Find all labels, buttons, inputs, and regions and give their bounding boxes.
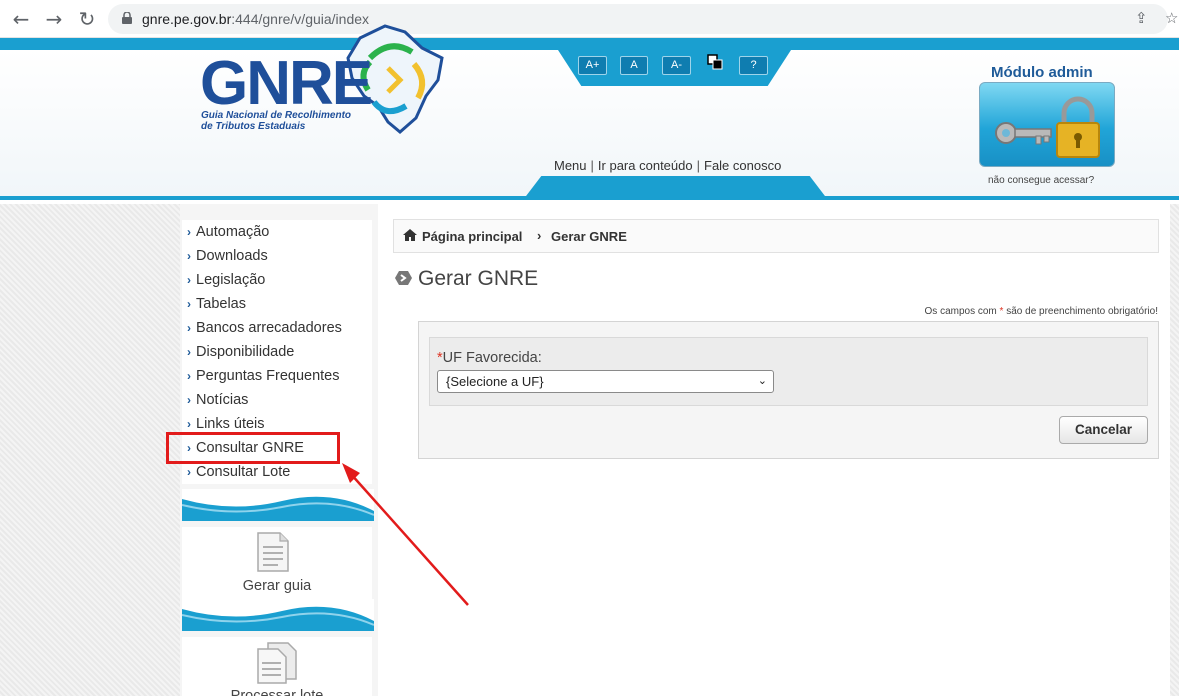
- font-decrease-button[interactable]: A-: [662, 56, 691, 75]
- chevron-right-icon: ›: [187, 249, 191, 263]
- hexagon-arrow-icon: [395, 271, 412, 285]
- sidebar-item-noticias[interactable]: › Notícias: [182, 388, 372, 412]
- cancel-button[interactable]: Cancelar: [1059, 416, 1148, 444]
- font-reset-button[interactable]: A: [620, 56, 648, 75]
- address-bar[interactable]: gnre.pe.gov.br:444/gnre/v/guia/index: [108, 4, 1168, 34]
- page-background-right: [1170, 204, 1179, 696]
- uf-select[interactable]: {Selecione a UF} ⌄: [437, 370, 774, 393]
- sidebar-item-legislacao[interactable]: › Legislação: [182, 268, 372, 292]
- admin-module-button[interactable]: [979, 82, 1115, 167]
- sidebar-item-perguntas[interactable]: › Perguntas Frequentes: [182, 364, 372, 388]
- lock-icon: [122, 12, 132, 24]
- breadcrumb-home-link[interactable]: Página principal: [422, 229, 522, 244]
- sidebar-item-disponibilidade[interactable]: › Disponibilidade: [182, 340, 372, 364]
- forward-arrow-icon[interactable]: →: [43, 8, 65, 30]
- breadcrumb: Página principal › Gerar GNRE: [393, 219, 1159, 253]
- contrast-icon[interactable]: [707, 54, 723, 70]
- admin-help-link[interactable]: não consegue acessar?: [988, 175, 1094, 186]
- required-fields-note: Os campos com * são de preenchimento obr…: [924, 306, 1158, 317]
- chevron-right-icon: ›: [187, 393, 191, 407]
- logo-subtitle: Guia Nacional de Recolhimento de Tributo…: [201, 110, 352, 132]
- processar-lote-label: Processar lote: [230, 688, 324, 696]
- highlight-annotation: [166, 432, 340, 464]
- font-increase-button[interactable]: A+: [578, 56, 607, 75]
- reload-icon[interactable]: ↻: [76, 8, 98, 30]
- chevron-right-icon: ›: [187, 345, 191, 359]
- sidebar-item-automacao[interactable]: › Automação: [182, 220, 372, 244]
- contact-link[interactable]: Fale conosco: [704, 158, 781, 173]
- key-lock-icon: [995, 96, 1100, 158]
- breadcrumb-current: Gerar GNRE: [551, 229, 627, 244]
- admin-title: Módulo admin: [991, 64, 1093, 81]
- chevron-right-icon: ›: [187, 297, 191, 311]
- bookmark-star-icon[interactable]: ☆: [1165, 9, 1178, 27]
- sidebar-item-tabelas[interactable]: › Tabelas: [182, 292, 372, 316]
- chevron-right-icon: ›: [187, 369, 191, 383]
- breadcrumb-separator: ›: [537, 228, 542, 243]
- back-arrow-icon[interactable]: ←: [10, 8, 32, 30]
- chevron-right-icon: ›: [187, 225, 191, 239]
- processar-lote-card[interactable]: Processar lote: [182, 637, 372, 696]
- chevron-right-icon: ›: [187, 465, 191, 479]
- gnre-logo[interactable]: GNRE: [200, 48, 373, 119]
- chevron-right-icon: ›: [187, 273, 191, 287]
- uf-select-value: {Selecione a UF}: [446, 374, 544, 389]
- chevron-right-icon: ›: [187, 417, 191, 431]
- header-menu-links: Menu | Ir para conteúdo | Fale conosco: [554, 158, 782, 173]
- chevron-down-icon: ⌄: [757, 375, 767, 387]
- page-background-left: [0, 204, 180, 696]
- sidebar-item-downloads[interactable]: › Downloads: [182, 244, 372, 268]
- document-icon: [257, 532, 289, 572]
- sidebar-item-bancos[interactable]: › Bancos arrecadadores: [182, 316, 372, 340]
- browser-toolbar: ← → ↻ gnre.pe.gov.br:444/gnre/v/guia/ind…: [0, 0, 1179, 38]
- documents-icon: [257, 642, 297, 684]
- page-title: Gerar GNRE: [418, 267, 539, 290]
- menu-tab: [523, 176, 828, 200]
- help-button[interactable]: ?: [739, 56, 768, 75]
- share-icon[interactable]: ⇪: [1135, 9, 1148, 27]
- skip-to-content-link[interactable]: Ir para conteúdo: [598, 158, 693, 173]
- chevron-right-icon: ›: [187, 321, 191, 335]
- menu-link[interactable]: Menu: [554, 158, 587, 173]
- uf-label: *UF Favorecida:: [437, 350, 542, 366]
- top-stripe: [0, 38, 1179, 50]
- red-arrow-annotation-icon: [342, 463, 469, 606]
- home-icon: [403, 229, 417, 241]
